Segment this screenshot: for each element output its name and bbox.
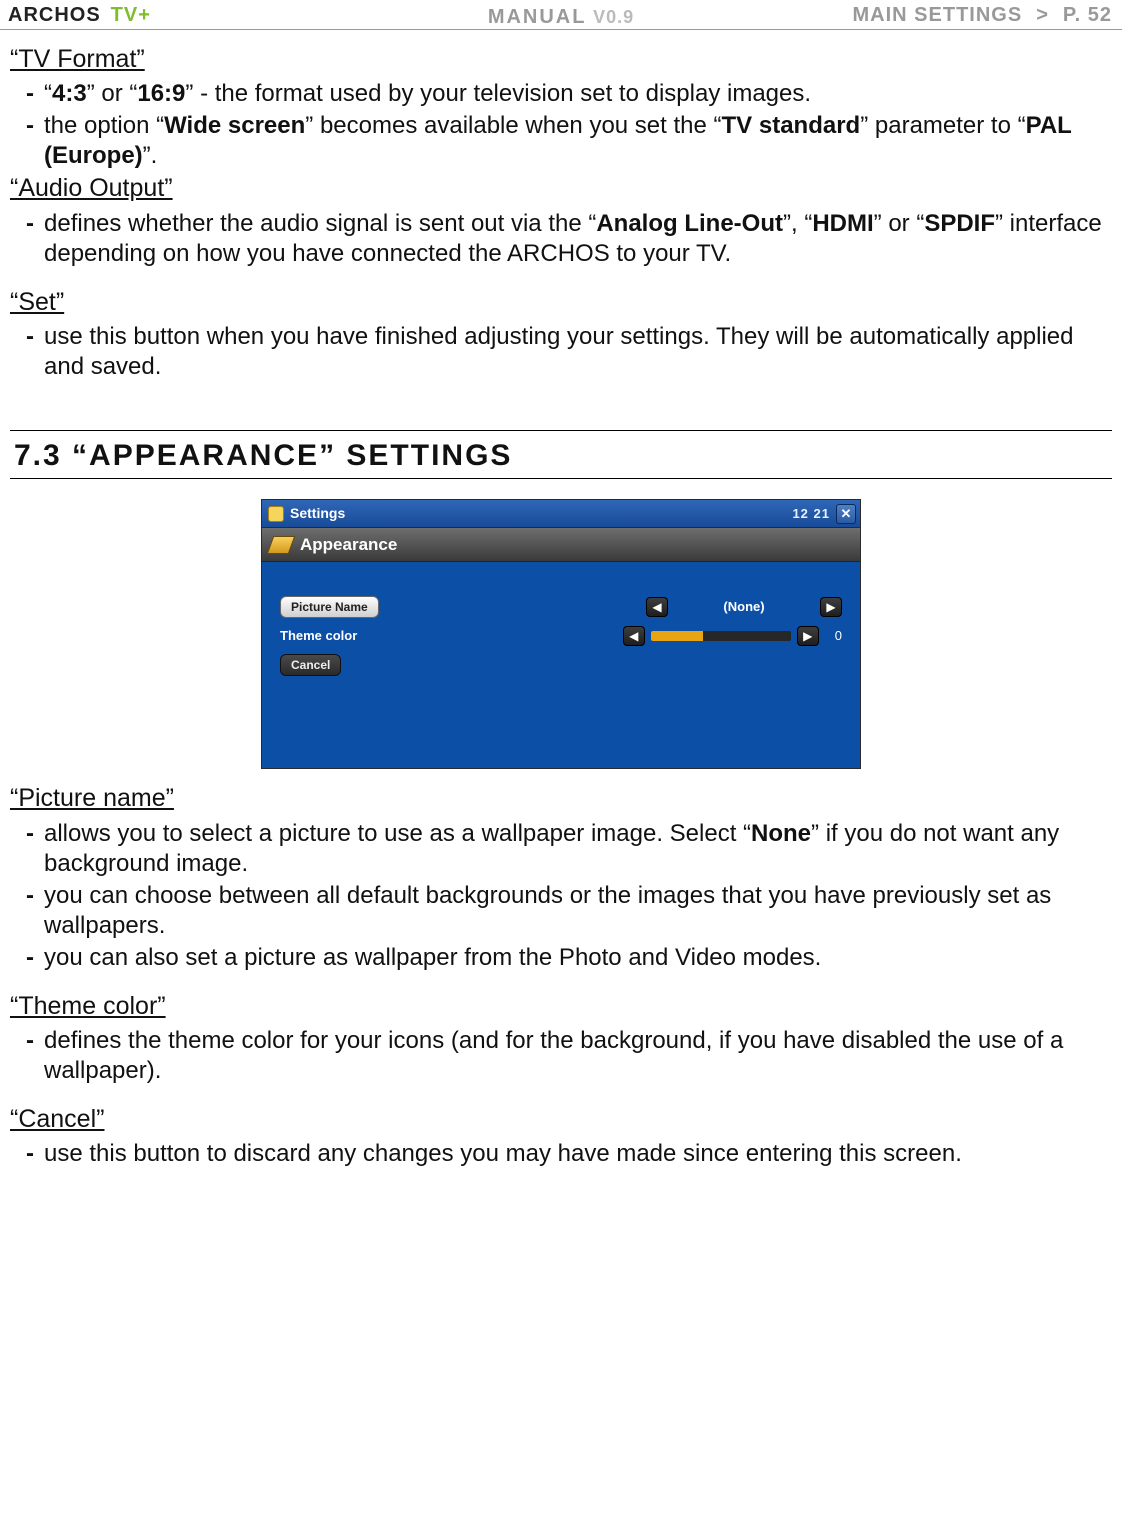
bold-text: 4:3 — [52, 80, 87, 107]
theme-color-row: Theme color ◀ ▶ 0 — [280, 626, 842, 646]
list-item: you can choose between all default backg… — [44, 881, 1112, 941]
screenshot-time: 12 21 — [792, 506, 830, 522]
tv-format-heading: “TV Format” — [10, 44, 1112, 75]
screenshot-title: Settings — [290, 505, 345, 523]
arrow-left-icon[interactable]: ◀ — [623, 626, 645, 646]
text: allows you to select a picture to use as… — [44, 820, 751, 847]
picture-name-list: allows you to select a picture to use as… — [10, 819, 1112, 973]
breadcrumb: MAIN SETTINGS — [853, 3, 1023, 28]
appearance-icon — [267, 536, 296, 554]
cancel-row: Cancel — [280, 654, 842, 676]
cancel-heading: “Cancel” — [10, 1104, 1112, 1135]
list-item: the option “Wide screen” becomes availab… — [44, 111, 1112, 171]
text: ” - the format used by your television s… — [185, 80, 811, 107]
tvplus-label: TV+ — [111, 3, 151, 28]
picture-name-value: (None) — [674, 597, 814, 617]
theme-color-list: defines the theme color for your icons (… — [10, 1026, 1112, 1086]
theme-color-label: Theme color — [280, 628, 388, 644]
theme-color-slider[interactable] — [651, 631, 791, 641]
close-icon[interactable]: ✕ — [836, 504, 856, 524]
list-item: defines whether the audio signal is sent… — [44, 209, 1112, 269]
arrow-right-icon[interactable]: ▶ — [797, 626, 819, 646]
text: ”, “ — [783, 210, 812, 237]
manual-version: V0.9 — [593, 7, 634, 27]
text: ”. — [143, 142, 158, 169]
bold-text: Analog Line-Out — [596, 210, 783, 237]
list-item: defines the theme color for your icons (… — [44, 1026, 1112, 1086]
bold-text: HDMI — [812, 210, 873, 237]
theme-color-heading: “Theme color” — [10, 991, 1112, 1022]
bold-text: Wide screen — [164, 112, 305, 139]
picture-name-heading: “Picture name” — [10, 783, 1112, 814]
header-bar: ARCHOS TV+ MANUAL V0.9 MAIN SETTINGS > P… — [0, 0, 1122, 30]
list-item: use this button to discard any changes y… — [44, 1139, 1112, 1169]
bold-text: SPDIF — [924, 210, 995, 237]
cancel-list: use this button to discard any changes y… — [10, 1139, 1112, 1169]
set-list: use this button when you have finished a… — [10, 322, 1112, 382]
manual-label: MANUAL — [488, 6, 587, 28]
text: ” or “ — [874, 210, 925, 237]
arrow-left-icon[interactable]: ◀ — [646, 597, 668, 617]
appearance-screenshot: Settings 12 21 ✕ Appearance Picture Name… — [261, 499, 861, 769]
list-item: you can also set a picture as wallpaper … — [44, 943, 1112, 973]
text: ” becomes available when you set the “ — [305, 112, 721, 139]
text: the option “ — [44, 112, 164, 139]
tv-format-list: “4:3” or “16:9” - the format used by you… — [10, 79, 1112, 171]
screenshot-panel-header: Appearance — [262, 528, 860, 562]
page-number: P. 52 — [1063, 3, 1112, 28]
text: “ — [44, 80, 52, 107]
picture-name-button[interactable]: Picture Name — [280, 596, 379, 618]
cancel-button[interactable]: Cancel — [280, 654, 341, 676]
arrow-right-icon[interactable]: ▶ — [820, 597, 842, 617]
settings-icon — [268, 506, 284, 522]
section-title-appearance: 7.3 “Appearance” settings — [10, 430, 1112, 480]
text: ” or “ — [87, 80, 138, 107]
list-item: use this button when you have finished a… — [44, 322, 1112, 382]
text: ” parameter to “ — [860, 112, 1025, 139]
text: defines whether the audio signal is sent… — [44, 210, 596, 237]
screenshot-panel-title: Appearance — [300, 534, 397, 555]
list-item: allows you to select a picture to use as… — [44, 819, 1112, 879]
bold-text: None — [751, 820, 811, 847]
theme-color-value: 0 — [835, 628, 842, 644]
audio-output-list: defines whether the audio signal is sent… — [10, 209, 1112, 269]
picture-name-row: Picture Name ◀ (None) ▶ — [280, 596, 842, 618]
chevron-right-icon: > — [1036, 3, 1049, 28]
bold-text: 16:9 — [137, 80, 185, 107]
audio-output-heading: “Audio Output” — [10, 173, 1112, 204]
bold-text: TV standard — [722, 112, 861, 139]
set-heading: “Set” — [10, 287, 1112, 318]
list-item: “4:3” or “16:9” - the format used by you… — [44, 79, 1112, 109]
screenshot-titlebar: Settings 12 21 ✕ — [262, 500, 860, 528]
archos-logo: ARCHOS — [8, 3, 101, 28]
